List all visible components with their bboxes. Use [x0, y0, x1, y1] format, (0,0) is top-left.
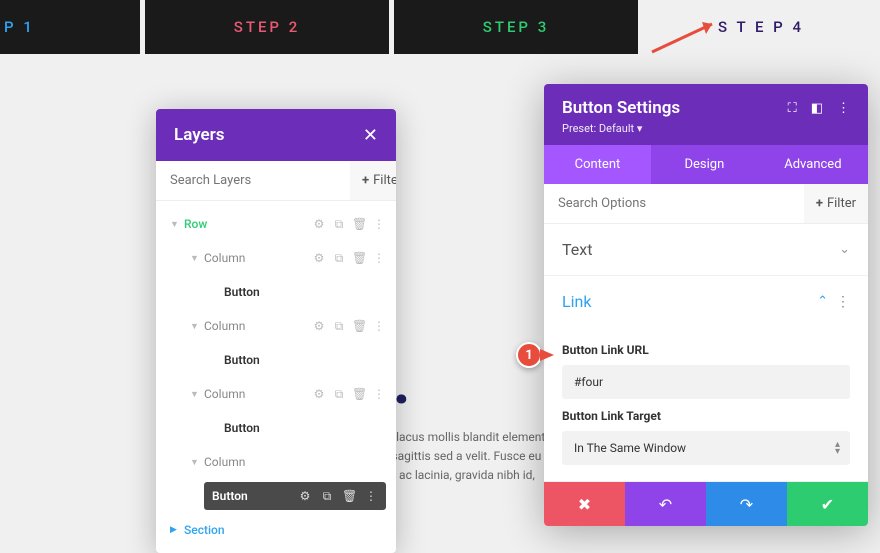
duplicate-icon[interactable]: ⧉	[332, 319, 346, 334]
layer-button[interactable]: Button	[156, 411, 396, 445]
layer-button[interactable]: Button	[156, 275, 396, 309]
button-settings-modal: Button Settings ⛶ ◧ ⋮ Preset: Default ▾ …	[544, 84, 868, 526]
plus-icon: +	[362, 173, 369, 188]
more-icon[interactable]: ⋮	[372, 251, 386, 266]
layer-label: Column	[204, 387, 312, 401]
layer-label: Column	[204, 251, 312, 265]
caret-right-icon[interactable]: ▶	[170, 525, 184, 535]
more-icon[interactable]: ⋮	[372, 387, 386, 402]
layer-label: Row	[184, 217, 312, 231]
layers-tree: ▼ Row ⚙ ⧉ 🗑 ⋮ ▼ Column ⚙ ⧉ 🗑 ⋮ Button	[156, 201, 396, 553]
step-tabs: P 1 STEP 2 STEP 3 S T E P 4	[0, 0, 880, 54]
more-icon[interactable]: ⋮	[372, 319, 386, 334]
search-layers-input[interactable]	[156, 161, 350, 200]
layer-button-selected[interactable]: Button ⚙ ⧉ 🗑 ⋮	[156, 479, 396, 513]
step-tab-3[interactable]: STEP 3	[394, 0, 638, 54]
trash-icon[interactable]: 🗑	[352, 217, 366, 232]
trash-icon[interactable]: 🗑	[352, 251, 366, 266]
settings-tabs: Content Design Advanced	[544, 145, 868, 184]
filter-label: Filter	[827, 196, 856, 211]
field-label-url: Button Link URL	[562, 343, 850, 357]
layer-label: Column	[204, 455, 386, 469]
caret-down-icon[interactable]: ▼	[190, 253, 204, 264]
accordion-header-link[interactable]: Link ⌃ ⋮	[544, 276, 868, 327]
tab-design[interactable]: Design	[651, 145, 758, 184]
settings-search-row: + Filter	[544, 184, 868, 224]
accordion-link: Link ⌃ ⋮ Button Link URL Button Link Tar…	[544, 276, 868, 482]
gear-icon[interactable]: ⚙	[312, 251, 326, 266]
accordion-title: Link	[562, 292, 591, 311]
layer-label: Button	[224, 421, 386, 435]
trash-icon[interactable]: 🗑	[352, 387, 366, 402]
trash-icon[interactable]: 🗑	[342, 489, 356, 504]
filter-label: Filter	[373, 173, 396, 188]
modal-title: Button Settings	[562, 98, 680, 118]
layer-section[interactable]: ▶ Section	[156, 513, 396, 547]
search-options-input[interactable]	[544, 184, 804, 223]
modal-footer: ✖ ↶ ↷ ✔	[544, 482, 868, 526]
modal-header: Button Settings ⛶ ◧ ⋮ Preset: Default ▾	[544, 84, 868, 145]
confirm-button[interactable]: ✔	[787, 482, 868, 526]
layer-label: Button	[212, 489, 298, 503]
caret-down-icon[interactable]: ▼	[190, 389, 204, 400]
chevron-up-icon: ⌃	[817, 294, 828, 309]
layer-button[interactable]: Button	[156, 343, 396, 377]
preset-selector[interactable]: Preset: Default ▾	[562, 122, 850, 135]
step-tab-1[interactable]: P 1	[0, 0, 140, 54]
cancel-button[interactable]: ✖	[544, 482, 625, 526]
layer-label: Button	[224, 285, 386, 299]
more-icon[interactable]: ⋮	[836, 294, 850, 310]
accordion-title: Text	[562, 240, 592, 259]
callout-tail	[540, 349, 554, 361]
redo-button[interactable]: ↷	[706, 482, 787, 526]
layout-icon[interactable]: ◧	[811, 101, 823, 116]
step-tab-4[interactable]: S T E P 4	[643, 0, 879, 54]
more-icon[interactable]: ⋮	[372, 217, 386, 232]
layers-search-row: + Filter	[156, 161, 396, 201]
close-icon[interactable]: ✕	[363, 125, 378, 146]
layer-column[interactable]: ▼ Column ⚙ ⧉ 🗑 ⋮	[156, 377, 396, 411]
more-icon[interactable]: ⋮	[837, 101, 850, 116]
select-arrows-icon: ▴▾	[835, 441, 840, 455]
duplicate-icon[interactable]: ⧉	[320, 489, 334, 504]
accordion-text[interactable]: Text ⌄	[544, 224, 868, 276]
more-icon[interactable]: ⋮	[364, 489, 378, 504]
gear-icon[interactable]: ⚙	[298, 489, 312, 504]
filter-button[interactable]: + Filter	[804, 184, 868, 223]
annotation-callout-1: 1	[516, 342, 554, 368]
caret-down-icon[interactable]: ▼	[170, 219, 184, 230]
plus-icon: +	[816, 196, 823, 211]
duplicate-icon[interactable]: ⧉	[332, 217, 346, 232]
field-label-target: Button Link Target	[562, 409, 850, 423]
layers-header: Layers ✕	[156, 109, 396, 161]
trash-icon[interactable]: 🗑	[352, 319, 366, 334]
filter-button[interactable]: + Filter	[350, 161, 396, 200]
layer-column[interactable]: ▼ Column ⚙ ⧉ 🗑 ⋮	[156, 241, 396, 275]
layers-title: Layers	[174, 125, 225, 145]
button-link-target-select[interactable]	[562, 431, 850, 465]
callout-number: 1	[516, 342, 542, 368]
caret-down-icon[interactable]: ▼	[190, 321, 204, 332]
expand-icon[interactable]: ⛶	[788, 101, 797, 116]
tab-content[interactable]: Content	[544, 145, 651, 184]
layer-label: Column	[204, 319, 312, 333]
layers-panel: Layers ✕ + Filter ▼ Row ⚙ ⧉ 🗑 ⋮ ▼ Column …	[156, 109, 396, 553]
layer-row[interactable]: ▼ Row ⚙ ⧉ 🗑 ⋮	[156, 207, 396, 241]
undo-button[interactable]: ↶	[625, 482, 706, 526]
tab-advanced[interactable]: Advanced	[758, 145, 868, 184]
duplicate-icon[interactable]: ⧉	[332, 251, 346, 266]
layer-column[interactable]: ▼ Column ⚙ ⧉ 🗑 ⋮	[156, 309, 396, 343]
layer-label: Button	[224, 353, 386, 367]
layer-column[interactable]: ▼ Column	[156, 445, 396, 479]
gear-icon[interactable]: ⚙	[312, 319, 326, 334]
layer-label: Section	[184, 523, 386, 537]
button-link-url-input[interactable]	[562, 365, 850, 399]
chevron-down-icon: ⌄	[839, 242, 850, 257]
gear-icon[interactable]: ⚙	[312, 387, 326, 402]
step-tab-2[interactable]: STEP 2	[145, 0, 389, 54]
caret-down-icon[interactable]: ▼	[190, 457, 204, 468]
duplicate-icon[interactable]: ⧉	[332, 387, 346, 402]
gear-icon[interactable]: ⚙	[312, 217, 326, 232]
